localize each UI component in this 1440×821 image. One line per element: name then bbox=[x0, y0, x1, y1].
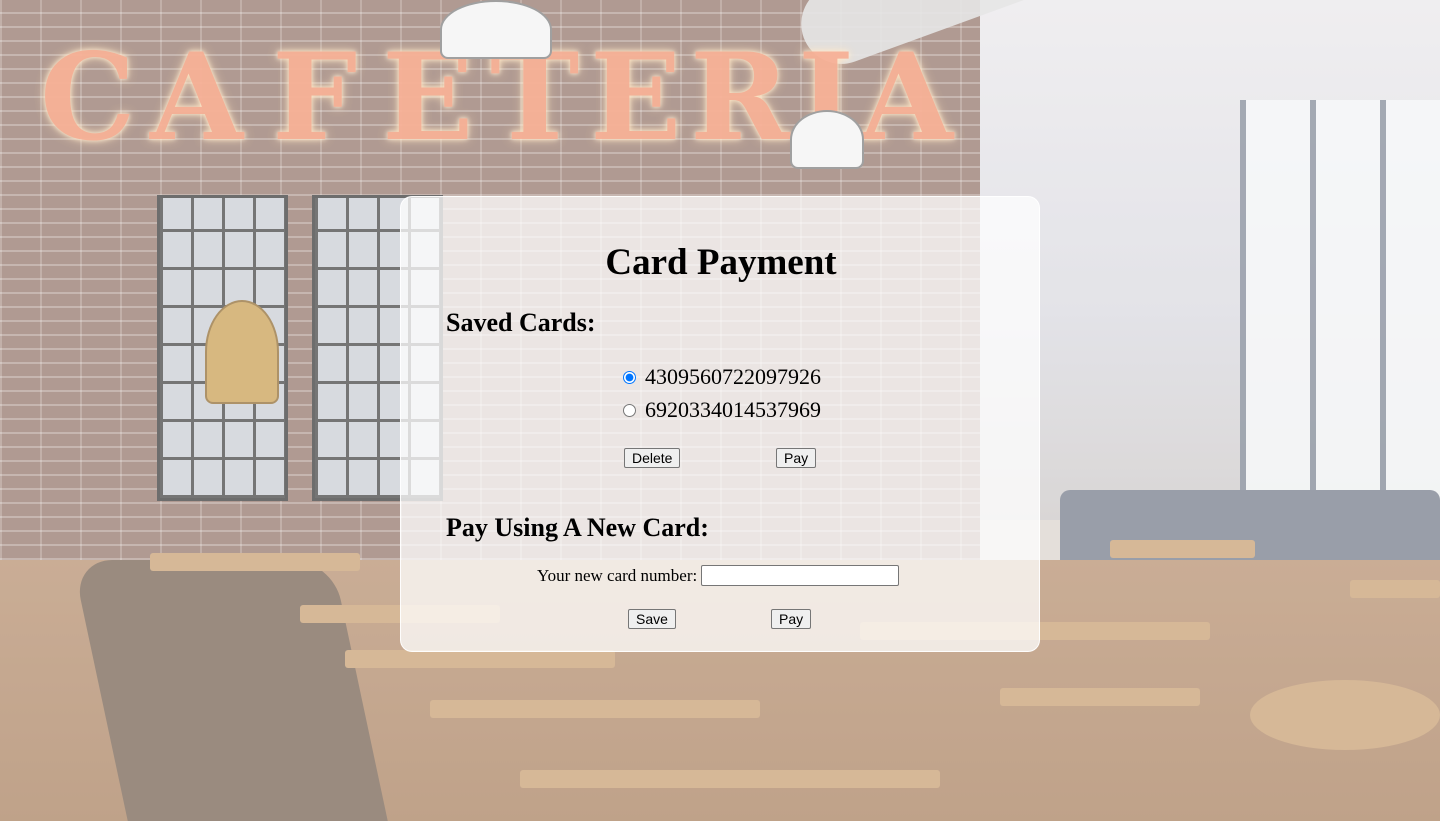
saved-card-radio[interactable] bbox=[623, 370, 636, 384]
pay-saved-card-button[interactable]: Pay bbox=[776, 448, 817, 468]
new-card-number-label: Your new card number: bbox=[537, 565, 698, 585]
save-card-button[interactable]: Save bbox=[628, 609, 676, 629]
new-card-number-input[interactable] bbox=[701, 565, 900, 586]
saved-cards-heading: Saved Cards: bbox=[446, 308, 596, 337]
new-card-heading: Pay Using A New Card: bbox=[446, 513, 709, 542]
saved-card-option[interactable]: 4309560722097926 bbox=[623, 364, 821, 390]
saved-card-radio[interactable] bbox=[623, 403, 636, 417]
new-card-field-row: Your new card number: bbox=[537, 565, 900, 586]
page-title: Card Payment bbox=[605, 242, 837, 283]
card-payment-panel: Card Payment Saved Cards: 43095607220979… bbox=[400, 196, 1040, 652]
pay-new-card-button[interactable]: Pay bbox=[771, 609, 812, 629]
saved-card-option[interactable]: 6920334014537969 bbox=[623, 397, 821, 423]
saved-card-number[interactable]: 6920334014537969 bbox=[645, 397, 821, 423]
delete-card-button[interactable]: Delete bbox=[624, 448, 681, 468]
saved-card-number[interactable]: 4309560722097926 bbox=[645, 364, 821, 390]
